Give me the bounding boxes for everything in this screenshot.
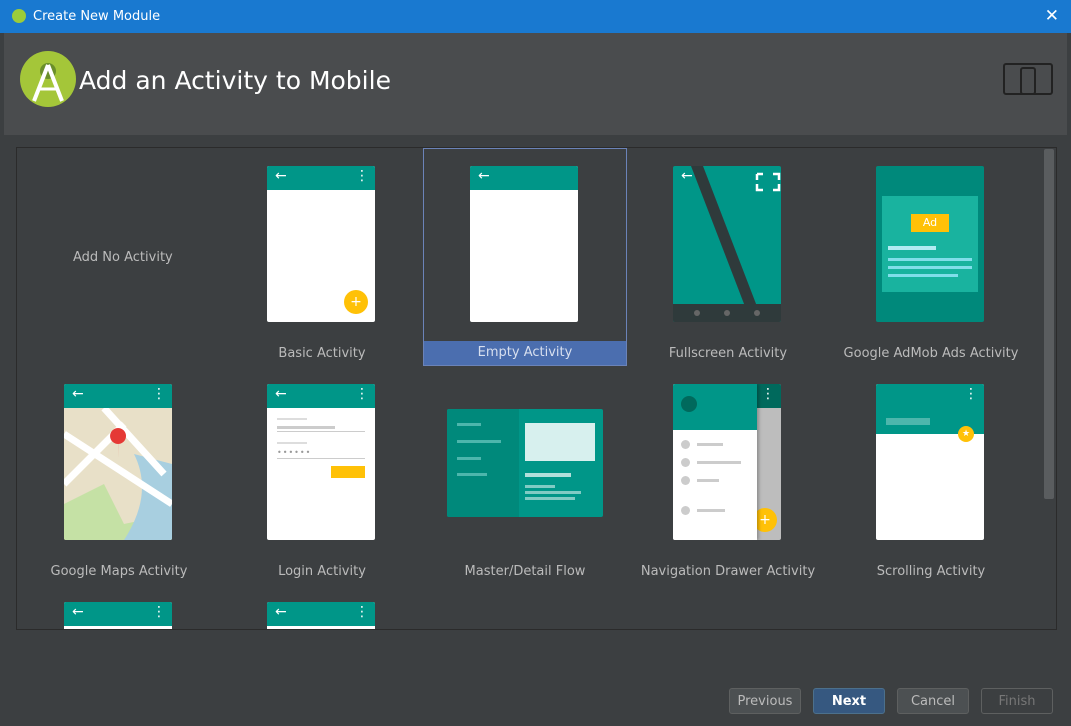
login-activity-preview: ← ⋮ •••••• [267,384,375,540]
tile-master-detail-flow[interactable]: Master/Detail Flow [425,366,625,584]
navigation-drawer-preview: ⋮ + [673,384,781,540]
fullscreen-activity-preview: ← [673,166,781,322]
add-no-activity-option[interactable]: Add No Activity [73,250,173,265]
overflow-menu-icon: ⋮ [152,386,166,402]
back-arrow-icon: ← [72,386,84,402]
tile-scrolling-activity[interactable]: ⋮ ★ Scrolling Activity [831,366,1031,584]
overflow-menu-icon: ⋮ [355,604,369,620]
tile-label: Google Maps Activity [50,564,188,579]
overflow-menu-icon: ⋮ [355,168,369,184]
partial-preview: ← ⋮ [64,602,172,629]
back-arrow-icon: ← [275,386,287,402]
back-arrow-icon: ← [681,168,693,184]
empty-activity-preview: ← [470,166,578,322]
tile-label: Basic Activity [278,346,366,361]
overflow-menu-icon: ⋮ [152,604,166,620]
back-arrow-icon: ← [275,168,287,184]
tile-google-maps-activity[interactable]: ← ⋮ Google Maps Activity [19,366,219,584]
partial-preview: ← ⋮ [267,602,375,629]
devices-icon [1003,63,1053,101]
activity-gallery: Add No Activity ← ⋮ + Basic Activity ← Em… [16,147,1057,630]
tile-label: Fullscreen Activity [668,346,788,361]
scrolling-activity-preview: ⋮ ★ [876,384,984,540]
tile-basic-activity[interactable]: ← ⋮ + Basic Activity [222,148,422,366]
tile-login-activity[interactable]: ← ⋮ •••••• Login Activity [222,366,422,584]
admob-activity-preview: Ad [876,166,984,322]
page-title: Add an Activity to Mobile [79,66,391,95]
tile-label: Navigation Drawer Activity [640,564,816,579]
tile-empty-activity[interactable]: ← Empty Activity [423,148,627,366]
overflow-menu-icon: ⋮ [355,386,369,402]
tile-label: Master/Detail Flow [464,564,586,579]
tile-row3-1[interactable]: ← ⋮ [19,584,219,629]
fab-icon: + [344,290,368,314]
back-arrow-icon: ← [72,604,84,620]
ad-badge: Ad [911,214,949,232]
tile-label: Empty Activity [424,341,626,365]
tile-google-admob-ads-activity[interactable]: Ad Google AdMob Ads Activity [831,148,1031,366]
android-studio-icon [12,9,26,23]
tile-navigation-drawer-activity[interactable]: ⋮ + Navigation Drawer Activity [628,366,828,584]
back-arrow-icon: ← [478,168,490,184]
window-title: Create New Module [33,9,161,24]
tile-label: Login Activity [278,564,366,579]
cancel-button[interactable]: Cancel [897,688,969,714]
basic-activity-preview: ← ⋮ + [267,166,375,322]
wizard-header: Add an Activity to Mobile [4,33,1067,135]
android-studio-logo [20,51,76,107]
overflow-menu-icon: ⋮ [964,386,978,402]
gallery-scrollbar[interactable] [1044,149,1054,499]
star-fab-icon: ★ [958,426,974,442]
close-icon[interactable]: ✕ [1045,6,1059,26]
master-detail-preview [447,409,603,517]
tile-fullscreen-activity[interactable]: ← Fullscreen Activity [628,148,828,366]
back-arrow-icon: ← [275,604,287,620]
tile-label: Scrolling Activity [876,564,986,579]
window-titlebar: Create New Module ✕ [0,0,1071,33]
tile-label: Google AdMob Ads Activity [843,346,1019,361]
maps-activity-preview: ← ⋮ [64,384,172,540]
overflow-menu-icon: ⋮ [761,386,775,402]
previous-button[interactable]: Previous [729,688,801,714]
tile-row3-2[interactable]: ← ⋮ [222,584,422,629]
next-button[interactable]: Next [813,688,885,714]
finish-button[interactable]: Finish [981,688,1053,714]
